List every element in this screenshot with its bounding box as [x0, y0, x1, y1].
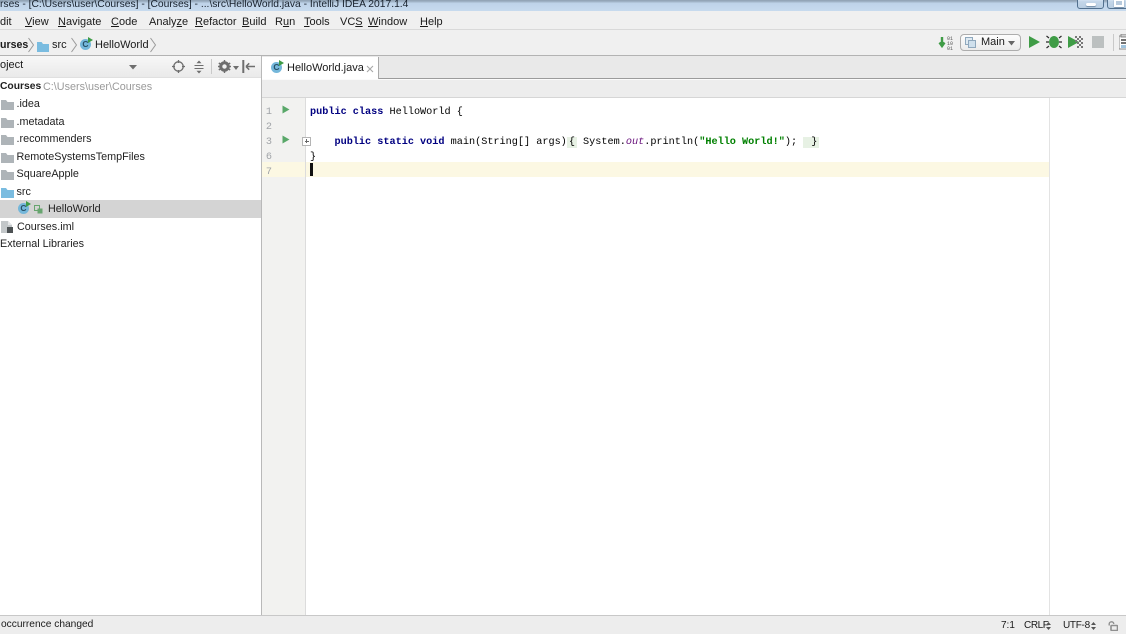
svg-text:01: 01: [947, 46, 953, 51]
